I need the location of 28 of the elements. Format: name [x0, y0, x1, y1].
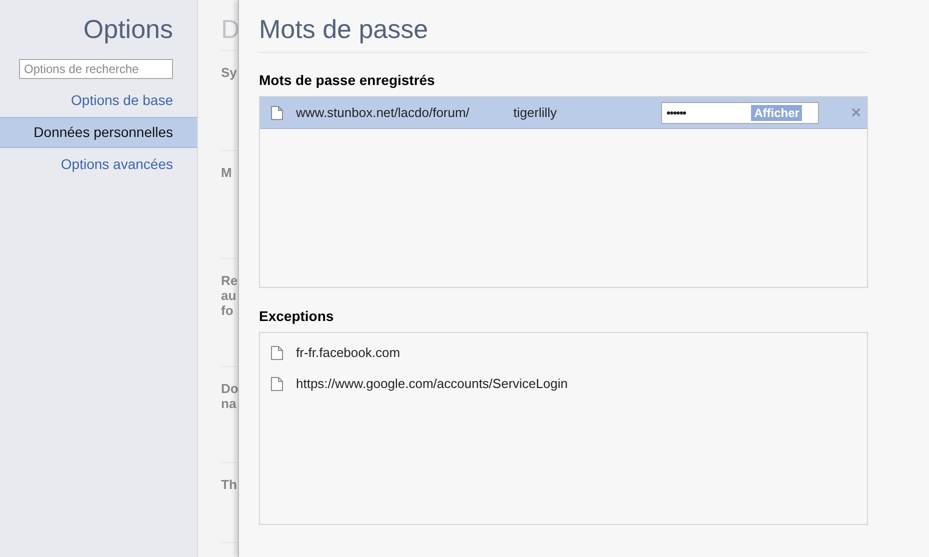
exception-row[interactable]: fr-fr.facebook.com — [260, 337, 867, 368]
section-label: Do — [221, 381, 238, 396]
username: tigerlilly — [513, 105, 558, 120]
dialog-title: Mots de passe — [259, 14, 430, 45]
section-label: na — [221, 396, 238, 411]
page-icon — [271, 376, 283, 390]
password-value: •••••• — [666, 106, 686, 120]
sidebar-item[interactable]: Options de base — [0, 86, 197, 115]
page-icon — [271, 346, 283, 360]
password-field[interactable]: •••••• Afficher — [661, 102, 820, 124]
site-url: https://www.google.com/accounts/ServiceLogin — [296, 376, 568, 391]
section-label: au — [221, 288, 238, 303]
section-label: M — [221, 165, 233, 180]
section-label: Sy — [221, 65, 238, 80]
site-url: www.stunbox.net/lacdo/forum/ — [296, 105, 470, 120]
exception-row[interactable]: https://www.google.com/accounts/ServiceLogin — [260, 368, 867, 399]
sidebar-item[interactable]: Options avancées — [0, 150, 197, 179]
sidebar-title: Options — [82, 14, 173, 45]
password-row[interactable]: www.stunbox.net/lacdo/forum/ tigerlilly •••••• Afficher × — [260, 97, 867, 129]
sidebar-item[interactable]: Données personnelles — [0, 117, 197, 148]
section-heading: Mots de passe enregistrés — [259, 72, 436, 88]
search-field[interactable]: Options de recherche — [19, 59, 173, 79]
section-label: Th — [221, 477, 238, 492]
section-heading: Exceptions — [259, 308, 335, 324]
site-url: fr-fr.facebook.com — [296, 345, 400, 360]
section-label: fo — [221, 303, 234, 318]
page-icon — [271, 106, 283, 120]
section-label: Re — [221, 273, 238, 288]
